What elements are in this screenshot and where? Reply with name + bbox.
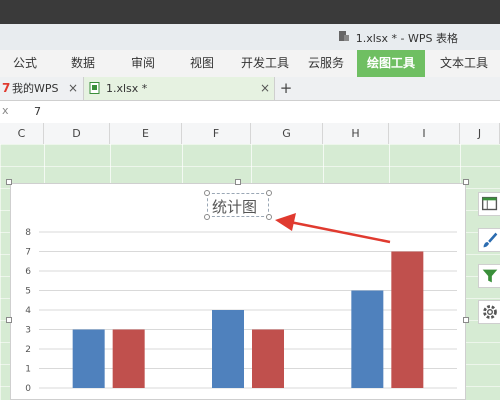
resize-handle[interactable]	[204, 214, 210, 220]
ribbon-tab-text-tools[interactable]: 文本工具	[430, 50, 498, 77]
y-tick-label: 4	[25, 306, 31, 316]
title-bar: 1.xlsx * - WPS 表格	[0, 24, 500, 50]
y-tick-label: 6	[25, 267, 31, 277]
column-header-d[interactable]: D	[44, 123, 110, 144]
y-tick-label: 3	[25, 326, 31, 336]
y-tick-label: 8	[25, 228, 31, 238]
spreadsheet-file-icon	[89, 82, 100, 94]
ribbon-tab-view[interactable]: 视图	[177, 50, 227, 77]
bar[interactable]	[112, 329, 145, 389]
ribbon-tab-review[interactable]: 审阅	[118, 50, 168, 77]
ribbon-tab-drawing-tools[interactable]: 绘图工具	[357, 50, 425, 77]
chart-settings-button[interactable]	[478, 300, 500, 324]
resize-handle[interactable]	[204, 190, 210, 196]
resize-handle[interactable]	[266, 190, 272, 196]
bar[interactable]	[351, 290, 384, 389]
tab-1-xlsx[interactable]: 1.xlsx * ×	[83, 77, 275, 100]
column-header: C D E F G H I J	[0, 123, 500, 145]
chart-style-icon	[483, 232, 498, 248]
bar[interactable]	[72, 329, 105, 389]
chart-resize-handle[interactable]	[235, 179, 241, 185]
window-title: 1.xlsx * - WPS 表格	[338, 30, 458, 46]
tab-my-wps-label: 我的WPS	[12, 82, 59, 95]
chart-title-box[interactable]: 统计图	[204, 190, 272, 220]
wps-logo-icon: 7	[2, 81, 11, 95]
close-icon[interactable]: ×	[68, 77, 78, 100]
y-tick-label: 7	[25, 248, 31, 258]
column-header-j[interactable]: J	[460, 123, 500, 144]
column-header-i[interactable]: I	[389, 123, 460, 144]
bar[interactable]	[212, 310, 244, 388]
column-header-e[interactable]: E	[110, 123, 182, 144]
formula-input[interactable]: 7	[34, 105, 41, 118]
fx-label: x	[2, 104, 9, 117]
ribbon-tab-formula[interactable]: 公式	[0, 50, 50, 77]
chart-object[interactable]: 0 1 2 3 4 5 6 7 8 统计图	[10, 183, 466, 400]
column-header-f[interactable]: F	[182, 123, 251, 144]
chart-resize-handle[interactable]	[463, 317, 469, 323]
chart-title: 统计图	[212, 198, 258, 216]
chart-elements-button[interactable]	[478, 192, 500, 216]
chart-resize-handle[interactable]	[6, 179, 12, 185]
tab-my-wps[interactable]: 7 我的WPS ×	[0, 77, 80, 100]
chart-filter-button[interactable]	[478, 264, 500, 288]
y-tick-label: 2	[25, 345, 31, 355]
resize-handle[interactable]	[266, 214, 272, 220]
top-dark-bar	[0, 0, 500, 24]
ribbon-tab-data[interactable]: 数据	[58, 50, 108, 77]
chart-resize-handle[interactable]	[463, 179, 469, 185]
y-tick-label: 5	[25, 287, 31, 297]
chart-filter-icon	[482, 269, 498, 283]
bar[interactable]	[391, 251, 424, 389]
tab-1-xlsx-label: 1.xlsx *	[106, 82, 148, 95]
formula-bar: x 7	[0, 101, 500, 124]
chart-elements-icon	[481, 196, 498, 211]
ribbon-tabs: 公式 数据 审阅 视图 开发工具 云服务 绘图工具 文本工具	[0, 50, 500, 78]
settings-gear-icon	[483, 305, 497, 319]
y-tick-label: 0	[25, 384, 31, 394]
column-header-g[interactable]: G	[251, 123, 323, 144]
column-header-c[interactable]: C	[0, 123, 44, 144]
chart-style-button[interactable]	[478, 228, 500, 252]
window-title-text: 1.xlsx * - WPS 表格	[355, 32, 458, 45]
bar[interactable]	[252, 329, 284, 389]
chart-resize-handle[interactable]	[6, 317, 12, 323]
ribbon-tab-developer[interactable]: 开发工具	[235, 50, 295, 77]
document-tabs: 7 我的WPS × 1.xlsx * × +	[0, 77, 500, 101]
new-tab-button[interactable]: +	[278, 77, 294, 100]
y-tick-label: 1	[25, 365, 31, 375]
file-icon	[338, 31, 349, 41]
close-icon[interactable]: ×	[260, 77, 270, 100]
column-header-h[interactable]: H	[323, 123, 389, 144]
ribbon-tab-cloud[interactable]: 云服务	[300, 50, 352, 77]
